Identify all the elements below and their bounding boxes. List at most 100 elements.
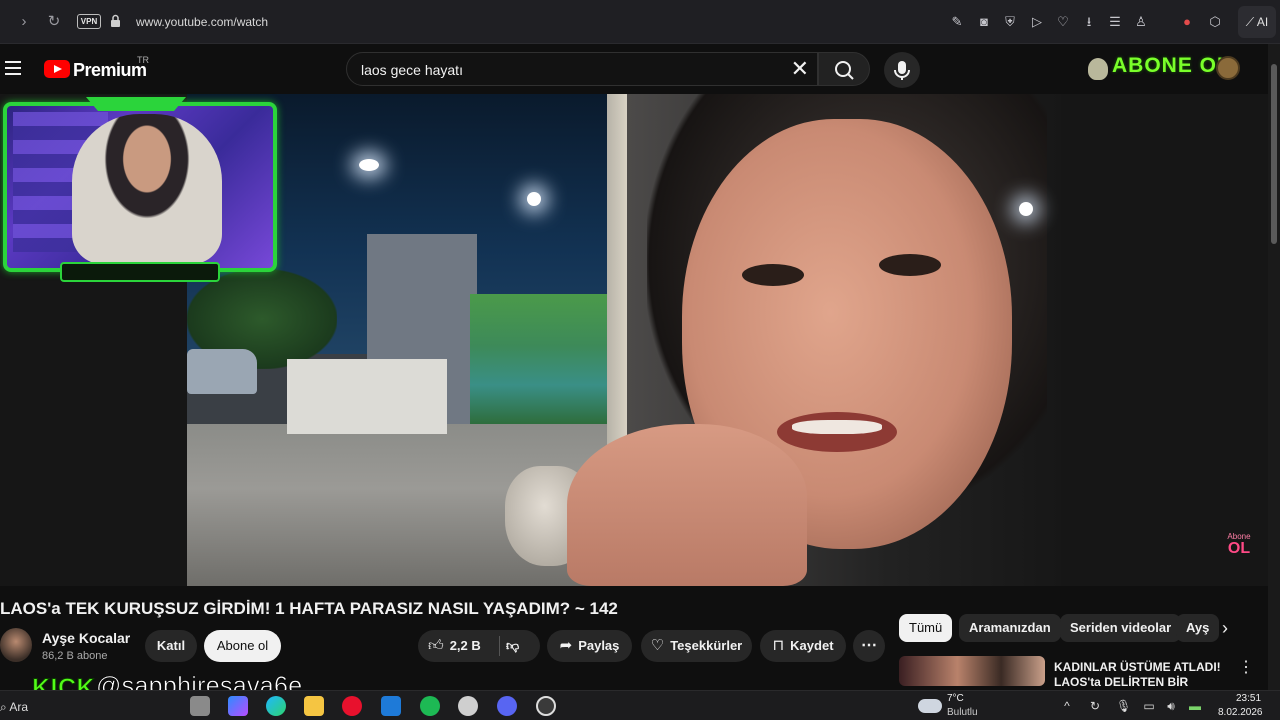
channel-avatar[interactable] [0,628,32,662]
like-count[interactable]: 2,2 B [450,638,481,653]
microphone-icon [894,61,910,80]
share-icon: ➦ [559,637,573,654]
menu-icon[interactable] [5,61,21,75]
save-button[interactable]: ⊓ Kaydet [760,630,846,662]
share-label: Paylaş [578,638,620,653]
chip-channel[interactable]: Ayş [1176,614,1220,642]
subscribe-button[interactable]: Abone ol [204,630,281,662]
weather-temperature[interactable]: 7°C [947,693,964,704]
clock-time[interactable]: 23:51 [1236,693,1261,704]
filter-chips: Tümü Aramanızdan Seriden videolar Ayş [899,614,1251,644]
clock-date[interactable]: 8.02.2026 [1218,707,1263,718]
cloud-icon[interactable] [918,699,942,713]
lock-icon [111,14,120,27]
browser-toolbar: › ↻ VPN www.youtube.com/watch ✎ ◙ ⛨ ▷ ♡ … [0,0,1280,44]
volume-icon[interactable]: 🔊︎ [1164,699,1178,713]
video-scene-fence [287,359,447,434]
search-button[interactable] [818,52,870,86]
search-icon [835,61,854,80]
webcam-streamer [72,114,222,264]
avatar-sticker [1216,56,1240,80]
more-icon: ⋯ [861,637,877,654]
share-button[interactable]: ➦ Paylaş [547,630,632,662]
like-divider [499,636,500,656]
clear-search-icon[interactable]: ✕ [791,57,809,81]
scroll-thumb[interactable] [1271,64,1277,244]
webcam-frame-top [86,97,186,111]
like-icon[interactable]: 👍︎ [428,630,444,662]
like-dislike-group: 👍︎ 2,2 B 👎︎ [418,630,540,662]
subscriber-count: 86,2 B abone [42,650,108,662]
download-icon[interactable]: ⭳ [1080,13,1098,31]
cube-icon[interactable]: ⬡ [1206,13,1224,31]
abone-ol-banner: ABONE OL [1112,54,1231,77]
explorer-app-icon[interactable] [190,696,210,716]
battery-icon[interactable]: ▬ [1188,699,1202,713]
video-person-eye [879,254,941,276]
thanks-button[interactable]: ♡ Teşekkürler [641,630,752,662]
obs-app-icon[interactable] [536,696,556,716]
country-code: TR [137,55,149,65]
video-person-teeth [792,420,882,434]
video-scene-car [187,349,257,394]
weather-condition[interactable]: Bulutlu [947,707,978,718]
more-actions-button[interactable]: ⋯ [853,630,885,662]
profile-icon[interactable]: ♙ [1132,13,1150,31]
shield-icon[interactable]: ⛨ [1001,13,1019,31]
search-input[interactable]: laos gece hayatı ✕ [346,52,818,86]
video-person-eye [742,264,804,286]
camera-icon[interactable]: ◙ [975,13,993,31]
page-scrollbar[interactable] [1268,44,1280,690]
menu-list-icon[interactable]: ☰ [1106,13,1124,31]
forward-icon[interactable]: › [14,12,34,32]
chevron-right-icon[interactable]: › [1222,618,1240,638]
network-icon[interactable]: ▭ [1142,699,1156,713]
reload-icon[interactable]: ↻ [44,12,64,32]
outlook-app-icon[interactable] [381,696,401,716]
discord-app-icon[interactable] [497,696,517,716]
taskbar-search[interactable]: ⌕ Ara [0,700,28,715]
recommended-title[interactable]: KADINLAR ÜSTÜME ATLADI! LAOS'ta DELİRTEN… [1054,660,1228,690]
chevron-up-icon[interactable]: ^ [1060,699,1074,713]
address-bar[interactable]: www.youtube.com/watch [136,15,268,29]
streamer-webcam [3,102,277,272]
save-label: Kaydet [790,638,834,653]
copilot-app-icon[interactable] [228,696,248,716]
vpn-badge[interactable]: VPN [77,14,101,29]
youtube-brand[interactable]: Premium [73,60,147,81]
watermark-bottom: OL [1227,540,1251,557]
taskbar-search-label: Ara [9,700,29,714]
recommended-thumbnail[interactable] [899,656,1045,686]
video-title: LAOS'a TEK KURUŞSUZ GİRDİM! 1 HAFTA PARA… [0,599,618,618]
skull-icon [1088,58,1108,80]
video-scene-light [359,159,379,171]
play-icon[interactable]: ▷ [1028,13,1046,31]
taskbar: ⌕ Ara 7°C Bulutlu ^ ↻ 🎙︎ ▭ 🔊︎ ▬ 23:51 8.… [0,690,1280,720]
folder-app-icon[interactable] [304,696,324,716]
channel-name[interactable]: Ayşe Kocalar [42,630,130,646]
video-scene-mural [470,294,615,424]
microphone-tray-icon[interactable]: 🎙︎ [1116,699,1131,713]
youtube-logo-icon[interactable] [44,60,70,78]
opera-app-icon[interactable] [342,696,362,716]
dislike-icon[interactable]: 👎︎ [506,630,519,662]
taskbar-search-icon: ⌕ [0,700,7,714]
chip-all[interactable]: Tümü [899,614,953,642]
subscribe-watermark[interactable]: Abone OL [1222,532,1256,562]
sync-icon[interactable]: ↻ [1088,699,1102,713]
chatgpt-app-icon[interactable] [458,696,478,716]
join-button[interactable]: Katıl [145,630,197,662]
video-scene-light [527,192,541,206]
more-vertical-icon[interactable]: ⋮ [1238,659,1254,677]
video-scene-light [1019,202,1033,216]
chip-from-series[interactable]: Seriden videolar [1060,614,1182,642]
chip-from-search[interactable]: Aramanızdan [959,614,1061,642]
ai-button[interactable]: ⟋ AI [1238,6,1276,38]
spotify-app-icon[interactable] [420,696,440,716]
edge-app-icon[interactable] [266,696,286,716]
video-frame[interactable] [187,94,1061,586]
edit-icon[interactable]: ✎ [948,13,966,31]
voice-search-button[interactable] [884,52,920,88]
extension-red-icon[interactable]: ● [1178,13,1196,31]
heart-icon[interactable]: ♡ [1054,13,1072,31]
